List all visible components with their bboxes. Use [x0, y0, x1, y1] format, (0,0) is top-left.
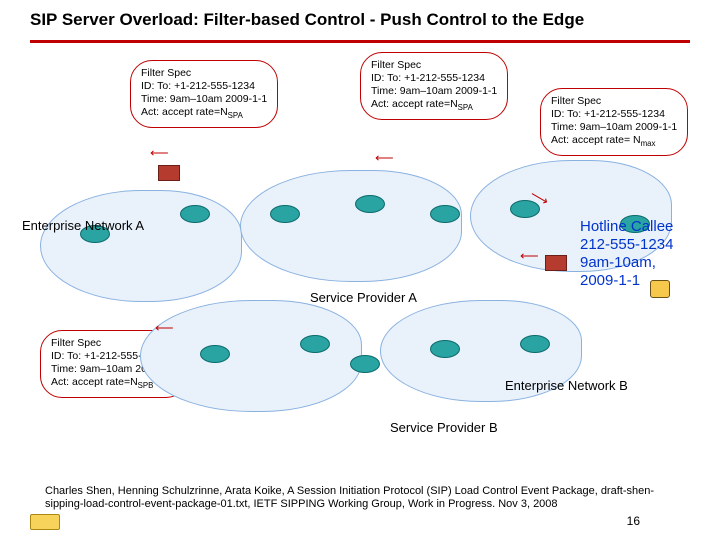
- hotline-line: 2009-1-1: [580, 272, 673, 290]
- label-service-provider-b: Service Provider B: [390, 420, 498, 435]
- router-icon: [270, 205, 300, 223]
- router-icon: [350, 355, 380, 373]
- cloud-service-provider-b-left: [140, 300, 362, 412]
- fs-line: Time: 9am–10am 2009-1-1: [551, 121, 677, 134]
- cloud-service-provider-a: [240, 170, 462, 282]
- fs-line: ID: To: +1-212-555-1234: [371, 72, 497, 85]
- slide: SIP Server Overload: Filter-based Contro…: [0, 0, 720, 540]
- hotline-line: 9am-10am,: [580, 254, 673, 272]
- footer-citation: Charles Shen, Henning Schulzrinne, Arata…: [45, 485, 680, 513]
- hotline-callee-label: Hotline Callee 212-555-1234 9am-10am, 20…: [580, 218, 673, 290]
- title-rule: [30, 40, 690, 43]
- firewall-icon: [158, 165, 180, 181]
- arrow-icon: ⟵: [150, 145, 169, 161]
- hotline-line: Hotline Callee: [580, 218, 673, 236]
- fs-line: ID: To: +1-212-555-1234: [551, 108, 677, 121]
- router-icon: [430, 340, 460, 358]
- firewall-icon: [545, 255, 567, 271]
- fs-line: Filter Spec: [551, 95, 677, 108]
- router-icon: [300, 335, 330, 353]
- arrow-icon: ⟵: [155, 320, 174, 336]
- label-enterprise-a: Enterprise Network A: [22, 218, 144, 233]
- router-icon: [520, 335, 550, 353]
- fs-pre: Act: accept rate= N: [551, 134, 641, 146]
- router-icon: [355, 195, 385, 213]
- fs-sub: SPA: [458, 103, 473, 112]
- slide-marker-icon: [30, 514, 60, 530]
- fs-line: Filter Spec: [141, 67, 267, 80]
- fs-pre: Act: accept rate=N: [371, 98, 458, 110]
- fs-line: Time: 9am–10am 2009-1-1: [141, 93, 267, 106]
- label-service-provider-a: Service Provider A: [310, 290, 417, 305]
- router-icon: [180, 205, 210, 223]
- label-enterprise-b: Enterprise Network B: [505, 378, 628, 393]
- fs-line: Act: accept rate=NSPA: [141, 106, 267, 121]
- arrow-icon: ⟵: [520, 248, 539, 264]
- fs-line: Act: accept rate= Nmax: [551, 134, 677, 149]
- slide-title: SIP Server Overload: Filter-based Contro…: [30, 10, 700, 30]
- fs-line: Time: 9am–10am 2009-1-1: [371, 85, 497, 98]
- fs-line: Filter Spec: [371, 59, 497, 72]
- fs-line: Act: accept rate=NSPA: [371, 98, 497, 113]
- cloud-enterprise-a: [40, 190, 242, 302]
- arrow-icon: ⟵: [375, 150, 394, 166]
- fs-line: ID: To: +1-212-555-1234: [141, 80, 267, 93]
- filter-spec-callout-spa-2: Filter Spec ID: To: +1-212-555-1234 Time…: [360, 52, 508, 120]
- fs-sub: max: [641, 139, 656, 148]
- router-icon: [200, 345, 230, 363]
- filter-spec-callout-spa-1: Filter Spec ID: To: +1-212-555-1234 Time…: [130, 60, 278, 128]
- router-icon: [430, 205, 460, 223]
- page-number: 16: [627, 514, 640, 528]
- hotline-line: 212-555-1234: [580, 236, 673, 254]
- fs-pre: Act: accept rate=N: [141, 106, 228, 118]
- fs-sub: SPA: [228, 111, 243, 120]
- filter-spec-callout-nmax: Filter Spec ID: To: +1-212-555-1234 Time…: [540, 88, 688, 156]
